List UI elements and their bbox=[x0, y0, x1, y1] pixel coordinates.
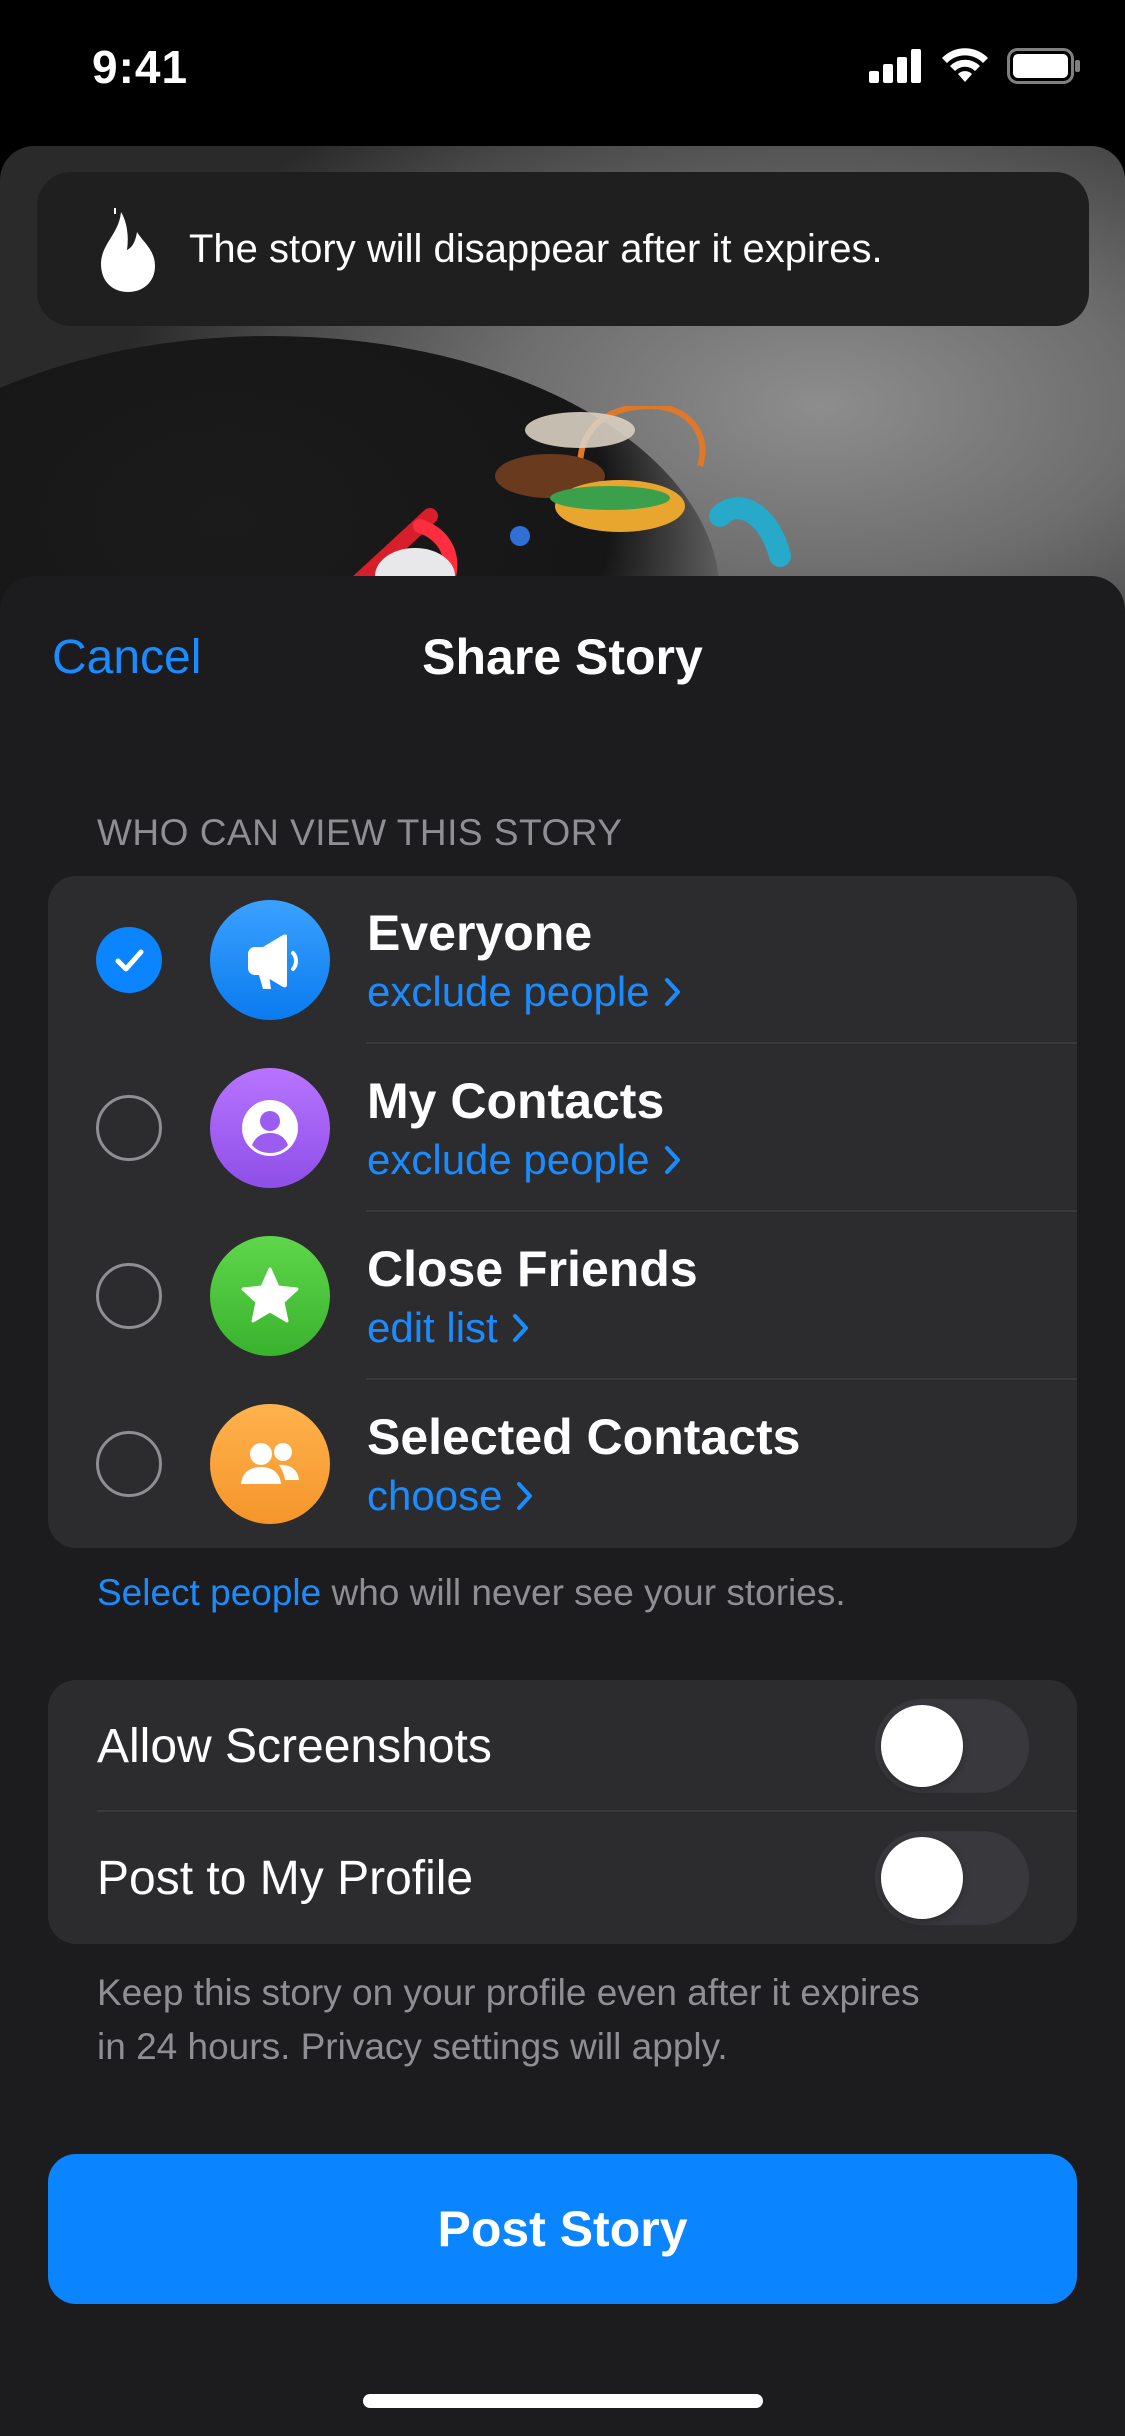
edit-list-link[interactable]: edit list bbox=[367, 1304, 530, 1352]
select-people-link[interactable]: Select people bbox=[97, 1572, 321, 1613]
audience-title: Selected Contacts bbox=[367, 1409, 801, 1465]
audience-title: Everyone bbox=[367, 905, 593, 961]
allow-screenshots-toggle[interactable] bbox=[875, 1699, 1029, 1793]
choose-link[interactable]: choose bbox=[367, 1472, 534, 1520]
people-icon bbox=[210, 1404, 330, 1524]
audience-option-close-friends[interactable]: Close Friends edit list bbox=[48, 1212, 1077, 1380]
audience-title: Close Friends bbox=[367, 1241, 698, 1297]
wifi-icon bbox=[941, 48, 989, 89]
profile-note-line-1: Keep this story on your profile even aft… bbox=[97, 1972, 920, 2013]
exclude-note: Select people who will never see your st… bbox=[97, 1566, 846, 1620]
status-icons bbox=[869, 48, 1081, 89]
post-story-button[interactable]: Post Story bbox=[48, 2154, 1077, 2304]
chevron-right-icon bbox=[517, 1482, 533, 1510]
radio-selected[interactable] bbox=[96, 927, 162, 993]
status-time: 9:41 bbox=[92, 41, 189, 93]
audience-section-header: WHO CAN VIEW THIS STORY bbox=[97, 812, 623, 853]
share-story-sheet: Cancel Share Story WHO CAN VIEW THIS STO… bbox=[0, 576, 1125, 2436]
star-icon bbox=[210, 1236, 330, 1356]
profile-note-line-2: in 24 hours. Privacy settings will apply… bbox=[97, 2026, 728, 2067]
post-to-profile-label: Post to My Profile bbox=[97, 1851, 474, 1905]
audience-list: Everyone exclude people My Contacts excl… bbox=[48, 876, 1077, 1548]
exclude-people-link[interactable]: exclude people bbox=[367, 1136, 682, 1184]
battery-icon bbox=[1007, 48, 1081, 89]
cellular-signal-icon bbox=[869, 49, 923, 88]
radio-unselected[interactable] bbox=[96, 1431, 162, 1497]
audience-title: My Contacts bbox=[367, 1073, 665, 1129]
audience-option-everyone[interactable]: Everyone exclude people bbox=[48, 876, 1077, 1044]
home-indicator[interactable] bbox=[363, 2394, 763, 2408]
radio-unselected[interactable] bbox=[96, 1095, 162, 1161]
megaphone-icon bbox=[210, 900, 330, 1020]
radio-unselected[interactable] bbox=[96, 1263, 162, 1329]
allow-screenshots-label: Allow Screenshots bbox=[97, 1719, 492, 1773]
profile-note: Keep this story on your profile even aft… bbox=[97, 1966, 920, 2074]
chevron-right-icon bbox=[664, 1146, 680, 1174]
status-bar: 9:41 bbox=[0, 0, 1125, 140]
checkmark-icon bbox=[115, 949, 144, 972]
allow-screenshots-row[interactable]: Allow Screenshots bbox=[48, 1680, 1077, 1812]
post-to-profile-toggle[interactable] bbox=[875, 1831, 1029, 1925]
flame-icon bbox=[93, 204, 163, 294]
chevron-right-icon bbox=[512, 1314, 528, 1342]
person-circle-icon bbox=[210, 1068, 330, 1188]
chevron-right-icon bbox=[664, 978, 680, 1006]
expiry-toast: The story will disappear after it expire… bbox=[37, 172, 1089, 326]
exclude-note-text: who will never see your stories. bbox=[321, 1572, 846, 1613]
settings-list: Allow Screenshots Post to My Profile bbox=[48, 1680, 1077, 1944]
audience-option-selected-contacts[interactable]: Selected Contacts choose bbox=[48, 1380, 1077, 1548]
post-to-profile-row[interactable]: Post to My Profile bbox=[48, 1812, 1077, 1944]
exclude-people-link[interactable]: exclude people bbox=[367, 968, 682, 1016]
audience-option-my-contacts[interactable]: My Contacts exclude people bbox=[48, 1044, 1077, 1212]
toast-message: The story will disappear after it expire… bbox=[189, 226, 883, 271]
sheet-title: Share Story bbox=[422, 629, 703, 685]
